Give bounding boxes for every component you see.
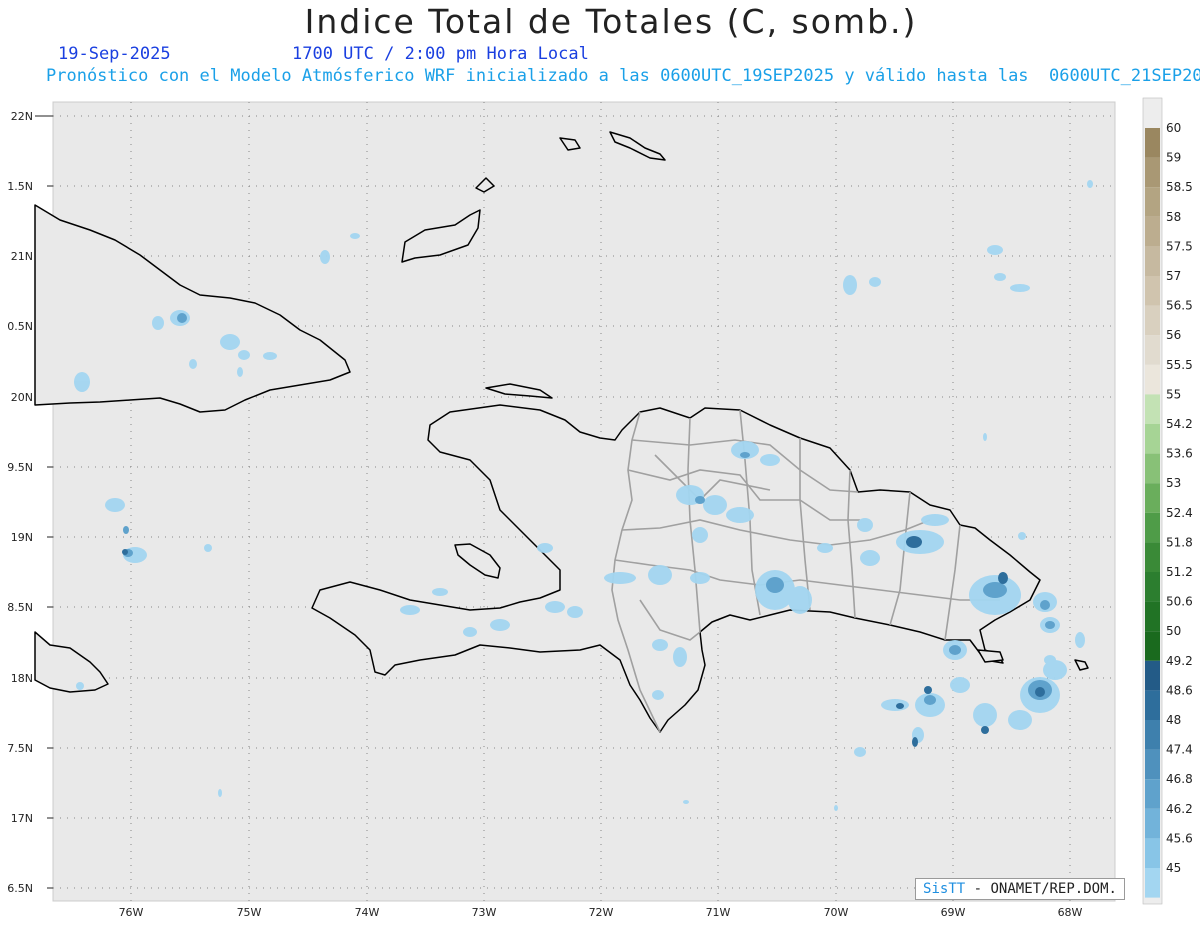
lat-label: 7.5N xyxy=(7,742,33,755)
colorbar-label: 54.2 xyxy=(1166,417,1193,431)
colorbar-swatch xyxy=(1145,246,1160,276)
lat-label: 1.5N xyxy=(7,180,33,193)
credit-text: - ONAMET/REP.DOM. xyxy=(973,881,1117,897)
colorbar-label: 58.5 xyxy=(1166,180,1193,194)
colorbar-swatch xyxy=(1145,187,1160,217)
colorbar-label: 45.6 xyxy=(1166,831,1193,845)
colorbar-label: 48 xyxy=(1166,713,1181,727)
colorbar-swatch xyxy=(1145,216,1160,247)
colorbar-swatch xyxy=(1145,394,1160,424)
colorbar-label: 50 xyxy=(1166,624,1181,638)
colorbar-label: 56.5 xyxy=(1166,299,1193,313)
colorbar-label: 58 xyxy=(1166,210,1181,224)
lon-label: 69W xyxy=(941,906,966,919)
lon-label: 72W xyxy=(589,906,614,919)
colorbar-label: 46.2 xyxy=(1166,802,1193,816)
lon-label: 75W xyxy=(237,906,262,919)
lon-label: 73W xyxy=(472,906,497,919)
colorbar-swatch xyxy=(1145,690,1160,720)
colorbar-swatch xyxy=(1145,631,1160,661)
lat-label: 19N xyxy=(11,531,33,544)
lat-label: 22N xyxy=(11,110,33,123)
colorbar-swatch xyxy=(1145,512,1160,543)
colorbar-swatch xyxy=(1145,483,1160,513)
colorbar-label: 47.4 xyxy=(1166,743,1193,757)
lat-label: 0.5N xyxy=(7,320,33,333)
colorbar-label: 55.5 xyxy=(1166,358,1193,372)
lon-label: 68W xyxy=(1058,906,1083,919)
colorbar-label: 52.4 xyxy=(1166,506,1193,520)
lon-axis-labels: 76W 75W 74W 73W 72W 71W 70W 69W 68W xyxy=(119,906,1083,919)
colorbar-swatch xyxy=(1145,542,1160,572)
colorbar-swatch xyxy=(1145,364,1160,395)
colorbar-label: 51.8 xyxy=(1166,535,1193,549)
colorbar-swatch xyxy=(1145,660,1160,691)
colorbar-label: 50.6 xyxy=(1166,595,1193,609)
colorbar-label: 55 xyxy=(1166,387,1181,401)
lat-axis-labels: 22N 1.5N 21N 0.5N 20N 9.5N 19N 8.5N 18N … xyxy=(7,110,33,895)
colorbar-label: 45 xyxy=(1166,861,1181,875)
colorbar-label: 48.6 xyxy=(1166,683,1193,697)
lat-label: 21N xyxy=(11,250,33,263)
colorbar-swatch xyxy=(1145,601,1160,632)
colorbar-swatch xyxy=(1145,276,1160,306)
lon-label: 71W xyxy=(706,906,731,919)
colorbar-swatch xyxy=(1145,572,1160,602)
colorbar-swatch xyxy=(1145,305,1160,336)
colorbar-swatch xyxy=(1145,749,1160,780)
lat-label: 6.5N xyxy=(7,882,33,895)
lat-label: 8.5N xyxy=(7,601,33,614)
colorbar-swatch xyxy=(1145,157,1160,188)
lat-label: 20N xyxy=(11,391,33,404)
colorbar-swatch xyxy=(1145,424,1160,454)
lon-label: 70W xyxy=(824,906,849,919)
lat-label: 18N xyxy=(11,672,33,685)
colorbar-swatch xyxy=(1145,779,1160,809)
colorbar-swatch xyxy=(1145,128,1160,158)
colorbar-label: 53.6 xyxy=(1166,447,1193,461)
colorbar-label: 57.5 xyxy=(1166,239,1193,253)
colorbar-swatch xyxy=(1145,868,1160,898)
colorbar-swatch xyxy=(1145,838,1160,868)
colorbar-label: 59 xyxy=(1166,151,1181,165)
credit-brand: SisTT xyxy=(923,881,966,897)
forecast-map: 22N 1.5N 21N 0.5N 20N 9.5N 19N 8.5N 18N … xyxy=(7,97,1193,919)
colorbar-label: 60 xyxy=(1166,121,1181,135)
colorbar-swatch xyxy=(1145,453,1160,484)
colorbar-label: 57 xyxy=(1166,269,1181,283)
lat-label: 17N xyxy=(11,812,33,825)
colorbar-swatch xyxy=(1145,808,1160,839)
lon-label: 74W xyxy=(355,906,380,919)
colorbar-label: 56 xyxy=(1166,328,1181,342)
colorbar-label: 49.2 xyxy=(1166,654,1193,668)
credit-box: SisTT - ONAMET/REP.DOM. xyxy=(915,878,1125,900)
colorbar-swatch xyxy=(1145,335,1160,365)
colorbar-swatch xyxy=(1145,720,1160,750)
colorbar-label: 46.8 xyxy=(1166,772,1193,786)
colorbar-label: 53 xyxy=(1166,476,1181,490)
lon-label: 76W xyxy=(119,906,144,919)
colorbar-labels: 60 59 58.5 58 57.5 57 56.5 56 55.5 55 54.2 53.6 53 52… xyxy=(1166,121,1193,875)
lat-label: 9.5N xyxy=(7,461,33,474)
colorbar-swatches xyxy=(1145,128,1160,898)
colorbar-label: 51.2 xyxy=(1166,565,1193,579)
